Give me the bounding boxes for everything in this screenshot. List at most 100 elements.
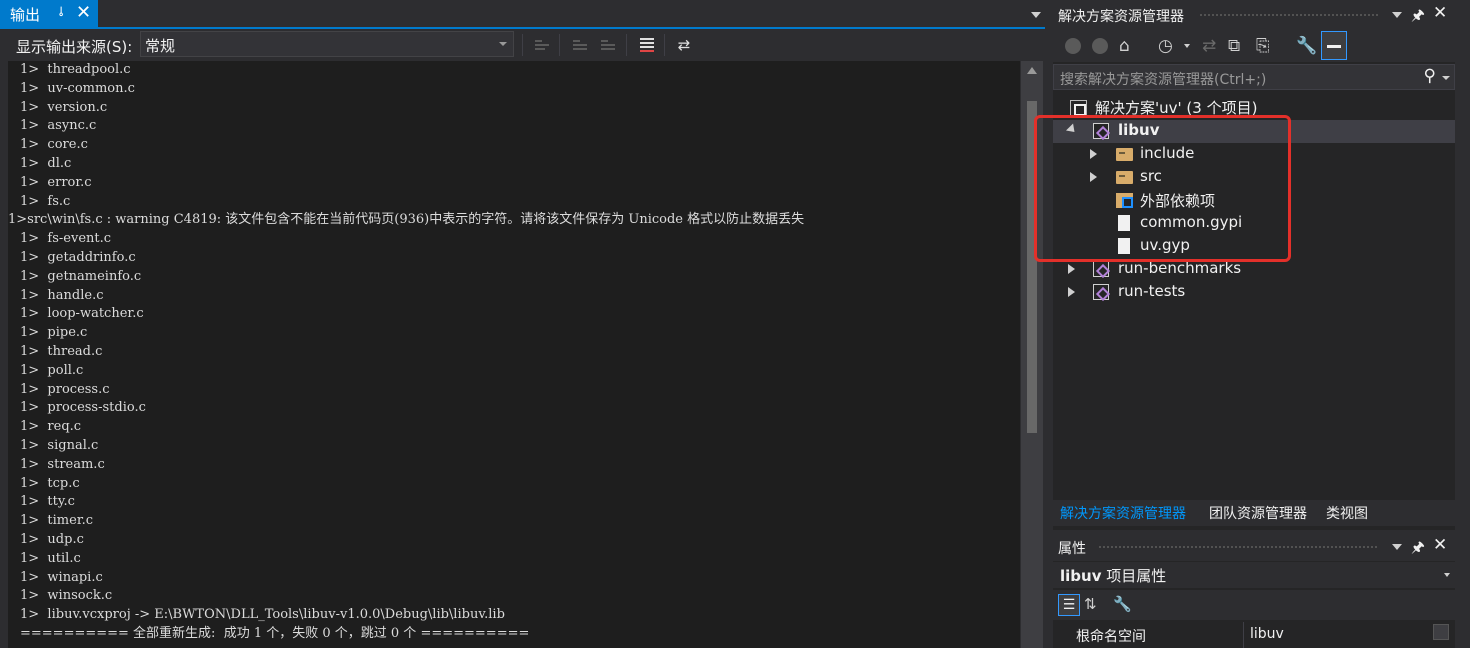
header-grip <box>1199 13 1379 18</box>
alphabetical-icon[interactable]: ⇅ <box>1084 595 1097 613</box>
tab-team-explorer[interactable]: 团队资源管理器 <box>1209 503 1307 523</box>
clear-all-icon[interactable] <box>636 34 658 56</box>
tree-item-label: 外部依赖项 <box>1140 192 1216 210</box>
solution-search-input[interactable]: 搜索解决方案资源管理器(Ctrl+;) ⚲ <box>1053 64 1455 90</box>
output-line: 1> process-stdio.c <box>20 400 146 416</box>
scroll-up-icon[interactable] <box>1027 67 1037 74</box>
close-icon[interactable]: ✕ <box>1433 3 1447 23</box>
preview-selected-button[interactable] <box>1321 31 1347 60</box>
output-toolbar: 显示输出来源(S): 常规 ⇄ <box>0 31 1047 59</box>
properties-object-label: libuv 项目属性 <box>1060 565 1166 586</box>
header-grip <box>1098 545 1379 550</box>
tree-item-label: 解决方案'uv' (3 个项目) <box>1095 99 1258 117</box>
sync-icon[interactable]: ⇄ <box>1202 36 1216 56</box>
tree-item-solution[interactable]: 解决方案'uv' (3 个项目) <box>1053 96 1455 119</box>
previous-message-icon[interactable] <box>569 34 591 56</box>
right-edge-strip <box>1455 0 1470 648</box>
property-row[interactable]: 根命名空间 libuv <box>1053 622 1455 648</box>
tree-item-label: include <box>1140 144 1195 162</box>
tab-class-view[interactable]: 类视图 <box>1326 503 1368 523</box>
properties-toolbar: ☰ ⇅ 🔧 <box>1053 590 1455 620</box>
output-line: 1> process.c <box>20 381 110 397</box>
tree-item-src[interactable]: src <box>1053 166 1455 189</box>
history-icon[interactable]: ◷ <box>1158 36 1173 56</box>
chevron-down-icon <box>1444 573 1450 577</box>
expand-arrow-icon[interactable] <box>1065 123 1079 136</box>
output-line: 1> libuv.vcxproj -> E:\BWTON\DLL_Tools\l… <box>20 607 505 623</box>
output-tabstrip: 输出 ⊸ ✕ <box>0 0 1047 29</box>
expand-arrow-icon[interactable] <box>1068 264 1075 274</box>
properties-wrench-icon[interactable]: 🔧 <box>1296 36 1317 56</box>
close-icon[interactable]: ✕ <box>76 2 91 23</box>
solution-icon <box>1070 100 1087 116</box>
search-placeholder: 搜索解决方案资源管理器(Ctrl+;) <box>1060 72 1267 88</box>
chevron-down-icon[interactable] <box>1442 76 1450 80</box>
solution-explorer-bottom-tabs: 解决方案资源管理器 团队资源管理器 类视图 <box>1053 500 1455 526</box>
output-line: 1> timer.c <box>20 513 94 529</box>
chevron-down-icon[interactable] <box>1031 12 1041 18</box>
output-line: 1> poll.c <box>20 362 84 378</box>
pin-icon[interactable]: 🖈 <box>1411 5 1425 30</box>
ellipsis-button[interactable] <box>1433 624 1449 640</box>
tab-output[interactable]: 输出 ⊸ ✕ <box>0 0 98 28</box>
tree-item-label: run-benchmarks <box>1118 259 1242 277</box>
solution-explorer-panel: 解决方案资源管理器 🖈 ✕ ⌂ ◷ ⇄ ⧉ ⎘ 🔧 搜索解决方案资源管理器(Ct… <box>1053 0 1455 530</box>
pin-icon[interactable]: 🖈 <box>1411 537 1425 562</box>
chevron-down-icon[interactable] <box>1184 44 1190 48</box>
output-text-area[interactable]: 1> threadpool.c 1> uv-common.c 1> versio… <box>8 61 1020 648</box>
categorized-icon[interactable]: ☰ <box>1058 594 1080 616</box>
expand-arrow-icon[interactable] <box>1090 149 1097 159</box>
properties-grid: 根命名空间 libuv <box>1053 622 1455 648</box>
output-line: 1> thread.c <box>20 343 103 359</box>
chevron-down-icon[interactable] <box>1392 544 1402 550</box>
output-line: 1> error.c <box>20 174 92 190</box>
tree-item-uv-gyp[interactable]: uv.gyp <box>1053 235 1455 258</box>
tree-item-label: uv.gyp <box>1140 236 1190 254</box>
tree-item-run-benchmarks[interactable]: run-benchmarks <box>1053 258 1455 281</box>
forward-icon[interactable] <box>1092 38 1108 54</box>
folder-icon <box>1116 171 1133 184</box>
toolbar-separator <box>559 34 560 56</box>
output-line: ========== 全部重新生成: 成功 1 个，失败 0 个，跳过 0 个 … <box>20 625 530 641</box>
word-wrap-icon[interactable]: ⇄ <box>673 34 695 56</box>
output-panel: 输出 ⊸ ✕ 显示输出来源(S): 常规 ⇄ 1> threadpool.c 1… <box>0 0 1047 648</box>
solution-explorer-toolbar: ⌂ ◷ ⇄ ⧉ ⎘ 🔧 <box>1053 30 1455 62</box>
pin-icon[interactable]: ⊸ <box>53 6 68 17</box>
tree-item-common-gypi[interactable]: common.gypi <box>1053 212 1455 235</box>
properties-object-select[interactable]: libuv 项目属性 <box>1053 562 1455 588</box>
output-tab-title: 输出 <box>10 5 41 24</box>
output-line: 1> winapi.c <box>20 569 103 585</box>
output-line: 1> getaddrinfo.c <box>20 249 136 265</box>
toolbar-separator <box>522 34 523 56</box>
output-scrollbar[interactable] <box>1021 61 1043 648</box>
tree-item-libuv[interactable]: libuv <box>1053 120 1455 143</box>
object-type: 项目属性 <box>1106 567 1167 585</box>
property-pages-icon[interactable]: 🔧 <box>1113 595 1132 613</box>
output-line: 1> handle.c <box>20 287 104 303</box>
goto-line-icon[interactable] <box>531 34 553 56</box>
search-icon[interactable]: ⚲ <box>1424 66 1436 86</box>
expand-arrow-icon[interactable] <box>1090 172 1097 182</box>
toolbar-separator <box>626 34 627 56</box>
home-icon[interactable]: ⌂ <box>1119 36 1130 56</box>
next-message-icon[interactable] <box>597 34 619 56</box>
solution-explorer-header: 解决方案资源管理器 🖈 ✕ <box>1053 0 1455 30</box>
close-icon[interactable]: ✕ <box>1433 535 1447 555</box>
tree-item-label: src <box>1140 167 1162 185</box>
show-all-files-icon[interactable]: ⎘ <box>1256 36 1270 56</box>
tree-item-include[interactable]: include <box>1053 143 1455 166</box>
properties-title: 属性 <box>1058 541 1086 557</box>
tree-item-run-tests[interactable]: run-tests <box>1053 281 1455 304</box>
chevron-down-icon[interactable] <box>1392 12 1402 18</box>
output-line: 1> loop-watcher.c <box>20 306 144 322</box>
output-line: 1> udp.c <box>20 531 84 547</box>
tree-item-external-deps[interactable]: 外部依赖项 <box>1053 189 1455 212</box>
scroll-thumb[interactable] <box>1027 101 1037 433</box>
back-icon[interactable] <box>1065 38 1081 54</box>
expand-arrow-icon[interactable] <box>1068 287 1075 297</box>
collapse-all-icon[interactable]: ⧉ <box>1228 36 1240 56</box>
source-select[interactable]: 常规 <box>140 31 514 57</box>
chevron-down-icon <box>499 42 507 46</box>
tab-solution-explorer[interactable]: 解决方案资源管理器 <box>1060 503 1186 523</box>
output-line: 1> fs-event.c <box>20 231 112 247</box>
